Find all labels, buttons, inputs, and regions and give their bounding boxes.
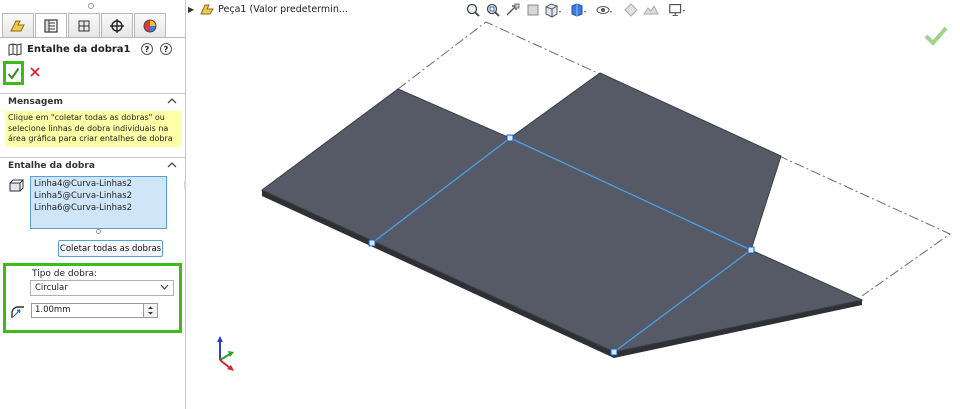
tab-dimxpert-manager[interactable] bbox=[101, 13, 133, 37]
previous-view-button[interactable] bbox=[504, 2, 522, 18]
graphics-area[interactable]: ▶ Peça1 (Valor predetermin... bbox=[186, 0, 960, 409]
tab-property-manager[interactable] bbox=[35, 13, 67, 38]
message-section-header[interactable]: Mensagem bbox=[0, 93, 185, 109]
section-view-icon bbox=[527, 4, 539, 16]
sheet-face bbox=[261, 72, 864, 353]
confirm-check-icon bbox=[7, 67, 20, 80]
bend-type-selected: Circular bbox=[35, 283, 68, 293]
chevron-down-icon bbox=[160, 284, 169, 290]
list-resize-handle[interactable] bbox=[96, 229, 101, 234]
tab-configuration-manager[interactable] bbox=[68, 13, 100, 37]
bend-lines-selection-list[interactable]: Linha4@Curva-Linhas2 Linha5@Curva-Linhas… bbox=[30, 176, 167, 229]
cancel-button[interactable] bbox=[28, 65, 42, 79]
previous-view-icon bbox=[506, 3, 520, 16]
confirm-check-icon bbox=[924, 26, 948, 46]
ok-button[interactable] bbox=[3, 61, 24, 85]
bend-type-dropdown[interactable]: Circular bbox=[30, 280, 174, 296]
section-title-bend-relief: Entalhe da dobra bbox=[8, 161, 95, 171]
section-view-button[interactable] bbox=[524, 2, 542, 18]
display-manager-icon bbox=[143, 19, 157, 32]
bend-endpoint[interactable] bbox=[368, 239, 376, 247]
section-title-message: Mensagem bbox=[8, 97, 63, 107]
bend-endpoint[interactable] bbox=[747, 246, 755, 254]
scene-icon bbox=[643, 4, 659, 15]
tab-feature-manager[interactable] bbox=[2, 13, 34, 37]
triad-icon bbox=[217, 336, 234, 371]
chevron-up-icon bbox=[167, 162, 177, 168]
view-orientation-icon bbox=[545, 3, 561, 18]
bend-radius-input[interactable]: 1.00mm bbox=[31, 303, 158, 318]
zoom-fit-button[interactable] bbox=[464, 2, 482, 18]
bend-type-label: Tipo de dobra: bbox=[32, 269, 98, 279]
bend-type-group: Tipo de dobra: Circular 1.00mm bbox=[3, 263, 182, 333]
feature-tree-flyout[interactable]: ▶ Peça1 (Valor predetermin... bbox=[188, 3, 348, 16]
hide-show-icon bbox=[596, 6, 612, 14]
list-item[interactable]: Linha5@Curva-Linhas2 bbox=[34, 190, 163, 202]
sheet-metal-icon bbox=[8, 43, 22, 56]
property-manager-icon bbox=[44, 19, 58, 33]
display-settings-button[interactable] bbox=[668, 2, 686, 18]
bend-relief-section-header[interactable]: Entalhe da dobra bbox=[0, 157, 185, 173]
list-item[interactable]: Linha4@Curva-Linhas2 bbox=[34, 178, 163, 190]
crosshair-icon bbox=[110, 18, 124, 33]
appearance-icon bbox=[624, 3, 638, 17]
sheet-metal-model[interactable] bbox=[186, 0, 960, 409]
edge-selection-icon bbox=[9, 179, 24, 192]
part-name: Peça1 (Valor predetermin... bbox=[218, 4, 348, 15]
part-icon bbox=[200, 4, 215, 15]
display-style-button[interactable] bbox=[570, 2, 588, 18]
zoom-area-icon bbox=[486, 3, 500, 17]
hide-show-button[interactable] bbox=[596, 2, 614, 18]
bend-radius-icon bbox=[11, 306, 24, 318]
collect-all-bends-button[interactable]: Coletar todas as dobras bbox=[58, 240, 163, 257]
question-icon[interactable]: ? bbox=[160, 43, 172, 55]
expand-arrow-icon[interactable]: ▶ bbox=[188, 5, 194, 14]
reference-triad bbox=[212, 334, 246, 383]
spinner-arrows-icon bbox=[148, 306, 153, 315]
bend-endpoint[interactable] bbox=[610, 348, 618, 356]
cancel-x-icon bbox=[30, 67, 40, 77]
zoom-area-button[interactable] bbox=[484, 2, 502, 18]
feature-manager-icon bbox=[10, 20, 25, 31]
page-title: Entalhe da dobra1 bbox=[27, 44, 131, 55]
manager-tabs bbox=[2, 13, 167, 38]
panel-resize-handle[interactable] bbox=[88, 3, 94, 9]
list-item[interactable]: Linha6@Curva-Linhas2 bbox=[34, 202, 163, 214]
feature-header: Entalhe da dobra1 bbox=[8, 43, 131, 56]
message-box: Clique em "coletar todas as dobras" ou s… bbox=[5, 111, 181, 147]
configuration-icon bbox=[78, 20, 90, 31]
tab-display-manager[interactable] bbox=[134, 13, 166, 37]
property-manager-panel: Entalhe da dobra1 ? ? Mensagem Clique em… bbox=[0, 0, 186, 409]
chevron-up-icon bbox=[167, 98, 177, 104]
appearance-button[interactable] bbox=[622, 2, 640, 18]
heads-up-view-toolbar bbox=[464, 2, 688, 18]
confirmation-corner-ok[interactable] bbox=[924, 26, 948, 49]
view-orientation-button[interactable] bbox=[544, 2, 562, 18]
help-icon[interactable]: ? bbox=[141, 43, 153, 55]
display-settings-icon bbox=[669, 4, 686, 16]
zoom-fit-icon bbox=[466, 3, 480, 17]
scene-button[interactable] bbox=[642, 2, 660, 18]
display-style-icon bbox=[571, 3, 586, 17]
radius-spinner[interactable] bbox=[143, 303, 158, 318]
bend-endpoint[interactable] bbox=[506, 134, 514, 142]
